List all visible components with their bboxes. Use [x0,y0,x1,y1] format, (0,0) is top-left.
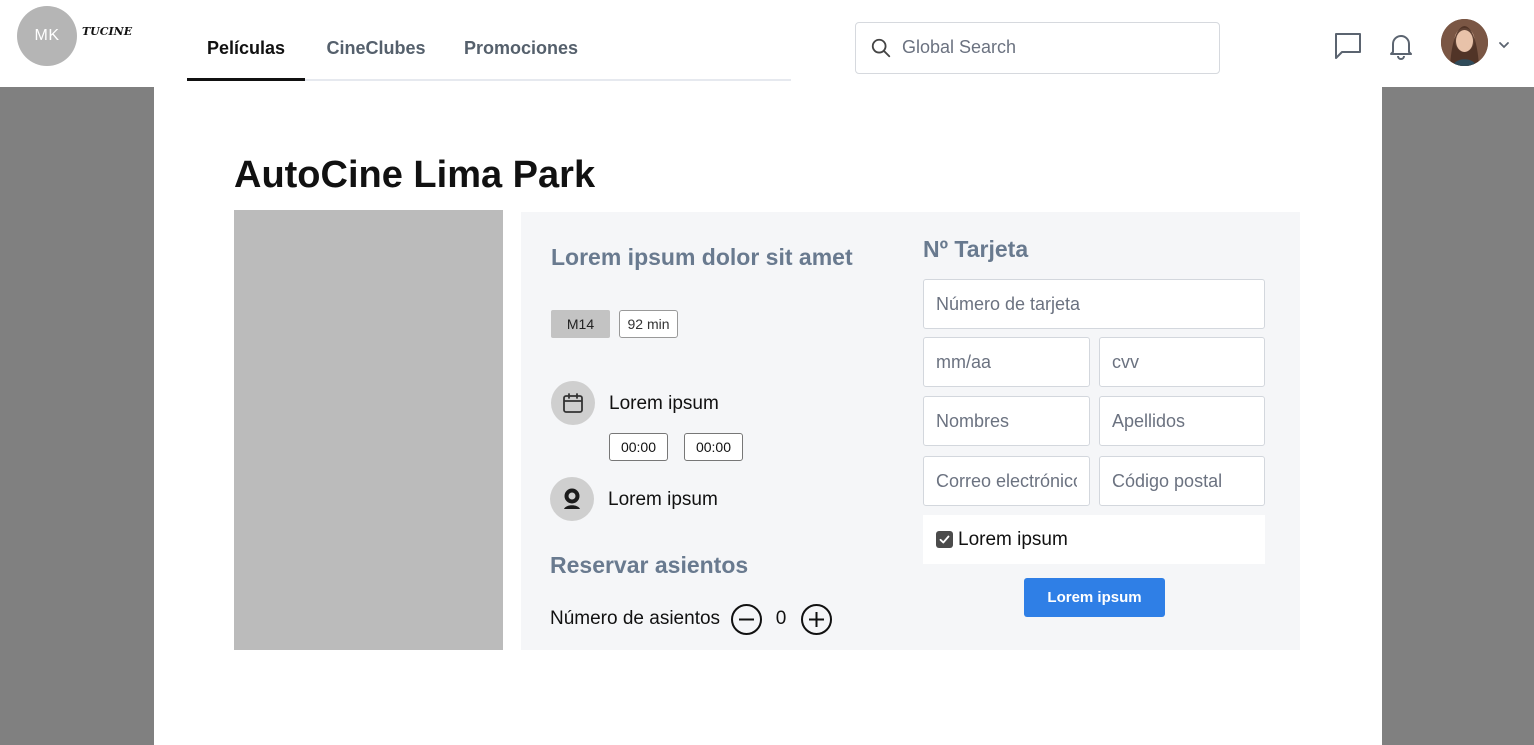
duration-badge: 92 min [619,310,678,338]
search-icon [871,38,891,58]
search-input[interactable] [902,23,1202,72]
logo-avatar[interactable]: MK [17,6,77,66]
terms-checkbox[interactable] [936,531,953,548]
expiry-field[interactable] [923,337,1090,387]
check-icon [939,535,950,544]
tab-cineclubes[interactable]: CineClubes [312,22,440,81]
top-header: MK TUCINE Películas CineClubes Promocion… [0,0,1534,87]
increase-seats-button[interactable] [800,603,833,636]
user-avatar[interactable] [1441,19,1488,66]
calendar-icon-circle [551,381,595,425]
tab-label: CineClubes [326,38,426,58]
tab-label: Películas [206,38,286,58]
card-section-title: Nº Tarjeta [923,236,1029,262]
submit-button[interactable]: Lorem ipsum [1024,578,1165,617]
movie-title: Lorem ipsum dolor sit amet [551,244,853,270]
showtime-chip[interactable]: 00:00 [609,433,668,461]
global-search[interactable] [855,22,1220,74]
calendar-icon [563,393,583,413]
bell-icon[interactable] [1386,31,1416,61]
chat-icon[interactable] [1333,31,1363,61]
brand-logo-text: TUCINE [82,25,133,38]
checkbox-label: Lorem ipsum [958,529,1068,550]
decrease-seats-button[interactable] [730,603,763,636]
location-label: Lorem ipsum [608,489,718,510]
showtime-chip[interactable]: 00:00 [684,433,743,461]
page-title: AutoCine Lima Park [234,154,596,196]
rating-badge: M14 [551,310,610,338]
email-field[interactable] [923,456,1090,506]
cvv-field[interactable] [1099,337,1265,387]
first-name-field[interactable] [923,396,1090,446]
tab-label: Promociones [463,38,579,58]
tab-promociones[interactable]: Promociones [451,22,591,81]
seats-count: 0 [775,608,787,629]
logo-initials: MK [34,27,60,44]
location-icon-circle [550,477,594,521]
terms-checkbox-row: Lorem ipsum [923,515,1265,564]
seats-label: Número de asientos [550,608,721,629]
user-photo [1441,19,1488,66]
main-nav: Películas CineClubes Promociones [187,22,791,82]
chevron-down-icon[interactable] [1497,40,1511,50]
tab-peliculas[interactable]: Películas [187,22,305,81]
reserve-seats-title: Reservar asientos [550,552,749,578]
webcam-location-icon [564,488,580,509]
postal-code-field[interactable] [1099,456,1265,506]
last-name-field[interactable] [1099,396,1265,446]
card-number-field[interactable] [923,279,1265,329]
date-label: Lorem ipsum [609,393,719,414]
movie-poster-placeholder [234,210,503,650]
